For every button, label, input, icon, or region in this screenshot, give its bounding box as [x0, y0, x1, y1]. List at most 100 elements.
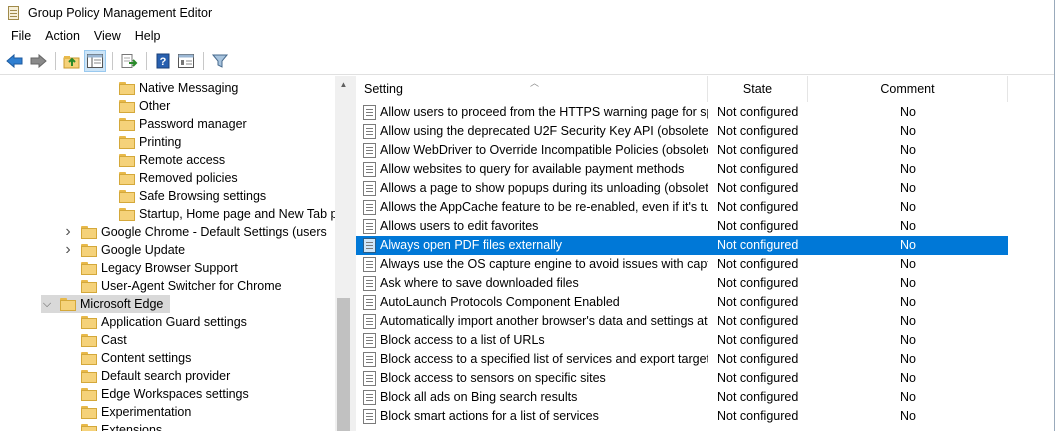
policy-row[interactable]: Allow users to proceed from the HTTPS wa… — [356, 103, 1008, 122]
window-title: Group Policy Management Editor — [28, 6, 213, 20]
menu-file[interactable]: File — [4, 26, 38, 46]
policy-comment: No — [900, 333, 916, 347]
folder-icon — [81, 351, 97, 365]
console-tree[interactable]: Native Messaging Other Password manager Pri… — [0, 76, 352, 431]
policy-state: Not configured — [717, 124, 799, 138]
tree-item[interactable]: Application Guard settings — [81, 313, 250, 331]
column-header-setting[interactable]: Setting — [356, 76, 708, 102]
policy-row[interactable]: Automatically import another browser's d… — [356, 312, 1008, 331]
policy-row[interactable]: Block access to sensors on specific site… — [356, 369, 1008, 388]
policy-setting-name: Ask where to save downloaded files — [380, 276, 579, 290]
policy-editor-icon — [6, 5, 20, 21]
policy-state: Not configured — [717, 390, 799, 404]
tree-item-label: Legacy Browser Support — [101, 261, 238, 275]
policy-state: Not configured — [717, 105, 799, 119]
tree-item[interactable]: Legacy Browser Support — [81, 259, 241, 277]
tree-scrollbar[interactable]: ▲ — [335, 76, 352, 431]
up-folder-icon[interactable] — [61, 50, 83, 72]
policy-state: Not configured — [717, 257, 799, 271]
properties-icon[interactable] — [175, 50, 197, 72]
folder-icon — [119, 81, 135, 95]
policy-row[interactable]: Always use the OS capture engine to avoi… — [356, 255, 1008, 274]
menu-help[interactable]: Help — [128, 26, 168, 46]
expand-chevron-icon[interactable]: › — [62, 241, 74, 259]
tree-item[interactable]: Startup, Home page and New Tab pa — [119, 205, 347, 223]
menu-view[interactable]: View — [87, 26, 128, 46]
policy-row[interactable]: Block all ads on Bing search results Not … — [356, 388, 1008, 407]
tree-item-label: Extensions — [101, 423, 163, 431]
scroll-up-arrow-icon[interactable]: ▲ — [335, 76, 352, 93]
policy-setting-icon — [363, 314, 376, 329]
collapse-chevron-icon[interactable]: ⌵ — [41, 295, 53, 313]
policy-state: Not configured — [717, 219, 799, 233]
tree-item[interactable]: Experimentation — [81, 403, 194, 421]
filter-icon[interactable] — [209, 50, 231, 72]
tree-item[interactable]: › Google Update — [62, 241, 188, 259]
tree-item[interactable]: Default search provider — [81, 367, 233, 385]
policy-setting-icon — [363, 181, 376, 196]
menu-action[interactable]: Action — [38, 26, 87, 46]
show-hide-tree-icon[interactable] — [84, 49, 106, 72]
tree-item[interactable]: Printing — [119, 133, 184, 151]
folder-icon — [81, 387, 97, 401]
folder-icon — [81, 243, 97, 257]
tree-item[interactable]: Extensions — [81, 421, 165, 431]
help-icon[interactable]: ? — [152, 50, 174, 72]
column-header-comment[interactable]: Comment — [808, 76, 1008, 102]
folder-icon — [81, 369, 97, 383]
policy-comment: No — [900, 143, 916, 157]
tree-item[interactable]: ⌵ Microsoft Edge — [41, 295, 171, 313]
forward-icon[interactable] — [27, 50, 49, 72]
policy-row[interactable]: Allow websites to query for available pa… — [356, 160, 1008, 179]
policy-setting-icon — [363, 390, 376, 405]
policy-state: Not configured — [717, 143, 799, 157]
policy-setting-name: Allow using the deprecated U2F Security … — [380, 124, 708, 138]
policy-row[interactable]: AutoLaunch Protocols Component Enabled No… — [356, 293, 1008, 312]
policy-row[interactable]: Allow WebDriver to Override Incompatible… — [356, 141, 1008, 160]
back-icon[interactable] — [4, 50, 26, 72]
policy-setting-name: Block access to sensors on specific site… — [380, 371, 606, 385]
policy-state: Not configured — [717, 352, 799, 366]
tree-item[interactable]: User-Agent Switcher for Chrome — [81, 277, 285, 295]
policy-comment: No — [900, 257, 916, 271]
policy-row[interactable]: Block smart actions for a list of servic… — [356, 407, 1008, 426]
policy-setting-icon — [363, 105, 376, 120]
title-bar: Group Policy Management Editor — [0, 0, 1055, 26]
expand-chevron-icon[interactable]: › — [62, 223, 74, 241]
folder-icon — [81, 279, 97, 293]
policy-row[interactable]: Allow using the deprecated U2F Security … — [356, 122, 1008, 141]
policy-comment: No — [900, 409, 916, 423]
policy-row[interactable]: Ask where to save downloaded files Not co… — [356, 274, 1008, 293]
tree-item[interactable]: › Google Chrome - Default Settings (users — [62, 223, 330, 241]
folder-icon — [119, 189, 135, 203]
tree-item-label: Remote access — [139, 153, 226, 167]
tree-item[interactable]: Remote access — [119, 151, 228, 169]
policy-setting-name: Allows a page to show popups during its … — [380, 181, 708, 195]
tree-item[interactable]: Removed policies — [119, 169, 241, 187]
policy-row[interactable]: Block access to a specified list of serv… — [356, 350, 1008, 369]
policy-comment: No — [900, 181, 916, 195]
policy-setting-name: Block all ads on Bing search results — [380, 390, 578, 404]
tree-item[interactable]: Content settings — [81, 349, 194, 367]
tree-item[interactable]: Cast — [81, 331, 130, 349]
settings-list[interactable]: ︿ Setting State Comment Allow users to p… — [356, 76, 1055, 431]
scrollbar-thumb[interactable] — [337, 298, 350, 431]
folder-icon — [81, 333, 97, 347]
policy-row[interactable]: Allows users to edit favorites Not config… — [356, 217, 1008, 236]
policy-setting-icon — [363, 143, 376, 158]
tree-item[interactable]: Safe Browsing settings — [119, 187, 269, 205]
folder-icon — [81, 225, 97, 239]
export-list-icon[interactable] — [118, 50, 140, 72]
policy-row[interactable]: Allows a page to show popups during its … — [356, 179, 1008, 198]
policy-row[interactable]: Always open PDF files externally Not conf… — [356, 236, 1008, 255]
policy-setting-icon — [363, 219, 376, 234]
policy-row[interactable]: Allows the AppCache feature to be re-ena… — [356, 198, 1008, 217]
toolbar-separator — [112, 51, 113, 70]
policy-row[interactable]: Block access to a list of URLs Not config… — [356, 331, 1008, 350]
tree-item[interactable]: Native Messaging — [119, 79, 241, 97]
tree-item[interactable]: Edge Workspaces settings — [81, 385, 252, 403]
column-header-state[interactable]: State — [708, 76, 808, 102]
tree-item[interactable]: Other — [119, 97, 173, 115]
policy-setting-name: Allows users to edit favorites — [380, 219, 539, 233]
tree-item[interactable]: Password manager — [119, 115, 250, 133]
